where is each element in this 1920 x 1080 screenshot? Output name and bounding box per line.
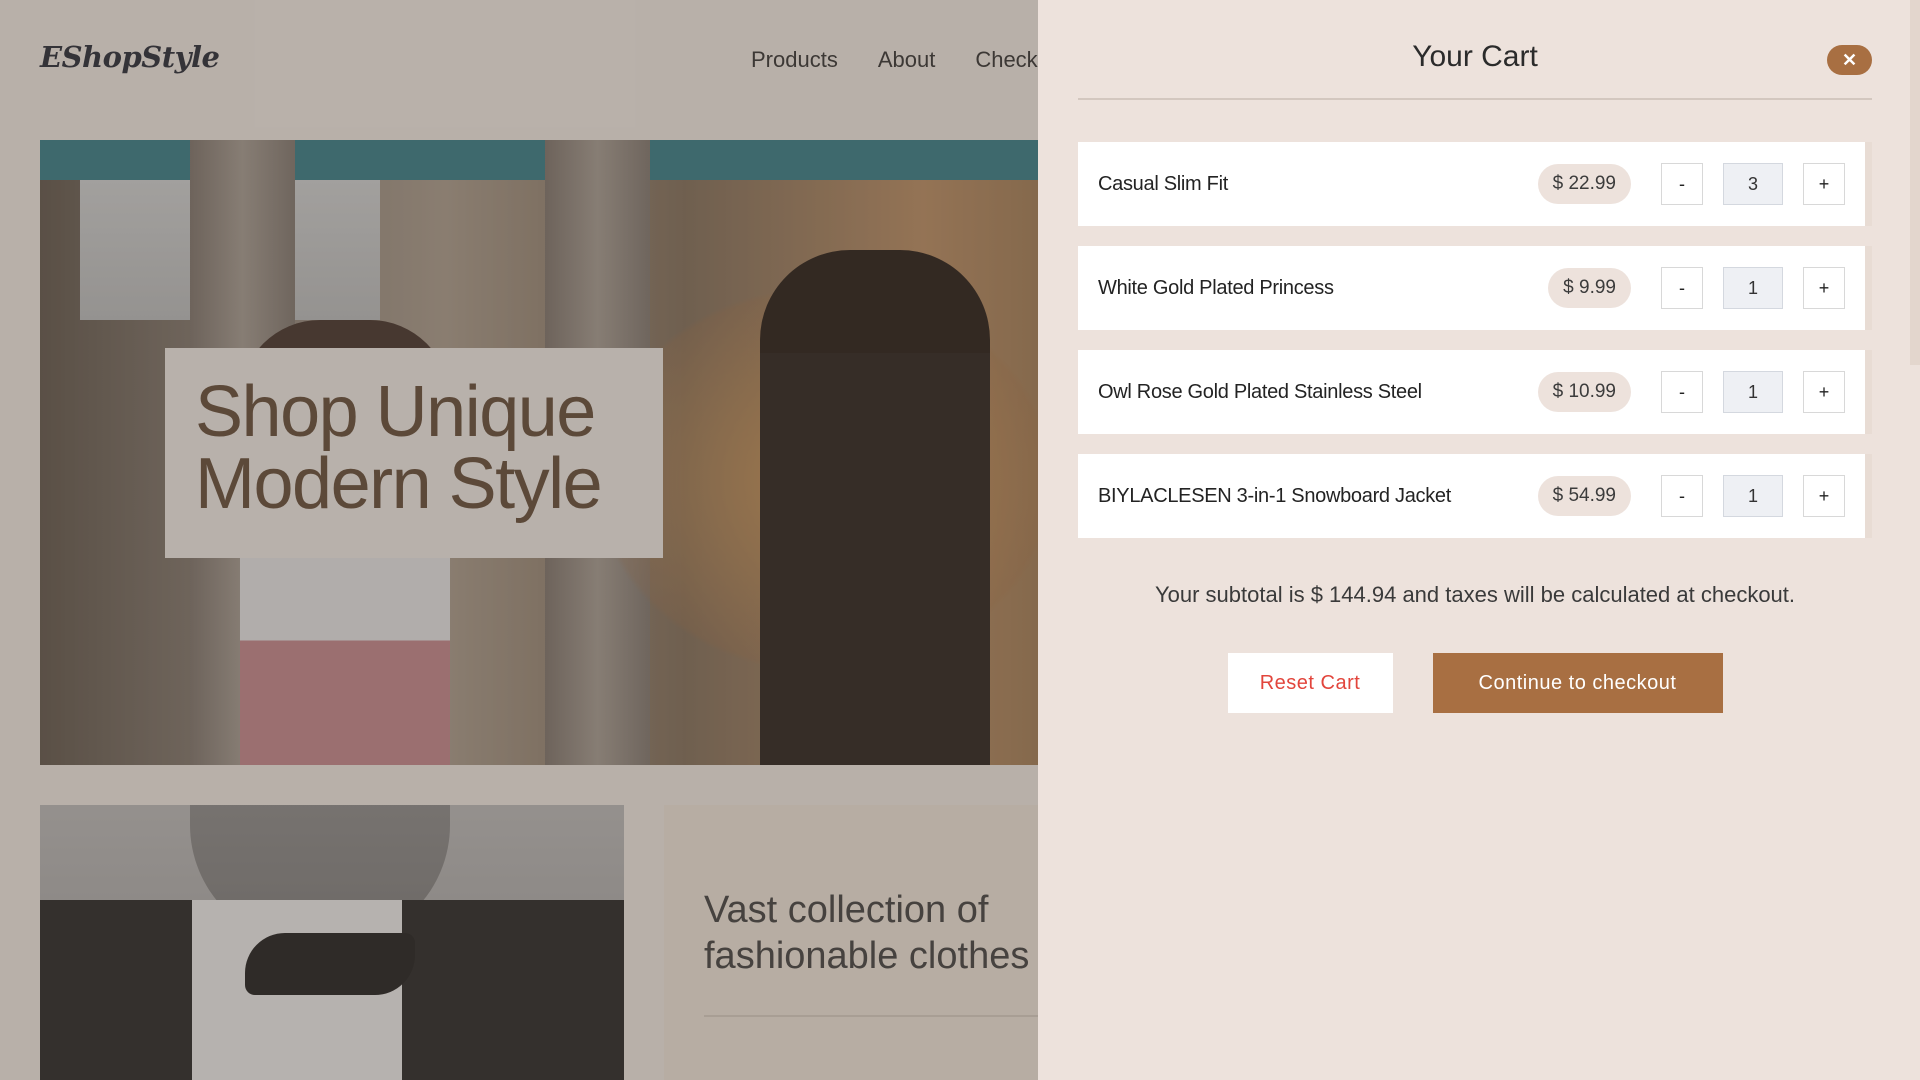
cart-header: Your Cart ✕ xyxy=(1078,0,1872,100)
cart-item: Owl Rose Gold Plated Stainless Steel $ 1… xyxy=(1078,350,1872,434)
cart-item-name: BIYLACLESEN 3-in-1 Snowboard Jacket xyxy=(1098,484,1452,507)
quantity-field[interactable] xyxy=(1723,475,1783,517)
cart-scrollbar[interactable] xyxy=(1910,0,1920,365)
cart-actions: Reset Cart Continue to checkout xyxy=(1078,653,1872,713)
cart-item-list: Casual Slim Fit $ 22.99 - + White Gold P… xyxy=(1078,142,1872,558)
close-icon: ✕ xyxy=(1841,49,1858,70)
decrease-quantity-button[interactable]: - xyxy=(1661,475,1703,517)
reset-cart-button[interactable]: Reset Cart xyxy=(1227,653,1393,713)
cart-subtotal: Your subtotal is $ 144.94 and taxes will… xyxy=(1154,582,1796,607)
cart-item: White Gold Plated Princess $ 9.99 - + xyxy=(1078,246,1872,330)
cart-item-price: $ 54.99 xyxy=(1537,476,1631,516)
cart-item: Casual Slim Fit $ 22.99 - + xyxy=(1078,142,1872,226)
quantity-field[interactable] xyxy=(1723,371,1783,413)
decrease-quantity-button[interactable]: - xyxy=(1661,267,1703,309)
cart-drawer: Your Cart ✕ Casual Slim Fit $ 22.99 - + … xyxy=(1038,0,1920,1080)
cart-item-name: Owl Rose Gold Plated Stainless Steel xyxy=(1098,380,1422,403)
cart-item-price: $ 22.99 xyxy=(1537,164,1631,204)
increase-quantity-button[interactable]: + xyxy=(1803,371,1845,413)
quantity-field[interactable] xyxy=(1723,267,1783,309)
decrease-quantity-button[interactable]: - xyxy=(1661,371,1703,413)
cart-item-price: $ 10.99 xyxy=(1537,372,1631,412)
checkout-button[interactable]: Continue to checkout xyxy=(1432,653,1723,713)
cart-item-price: $ 9.99 xyxy=(1548,268,1631,308)
cart-item-name: White Gold Plated Princess xyxy=(1098,276,1334,299)
cart-item: BIYLACLESEN 3-in-1 Snowboard Jacket $ 54… xyxy=(1078,454,1872,538)
modal-backdrop[interactable] xyxy=(0,0,1038,1080)
increase-quantity-button[interactable]: + xyxy=(1803,267,1845,309)
cart-item-name: Casual Slim Fit xyxy=(1098,172,1228,195)
increase-quantity-button[interactable]: + xyxy=(1803,163,1845,205)
cart-title: Your Cart xyxy=(1412,40,1538,73)
increase-quantity-button[interactable]: + xyxy=(1803,475,1845,517)
quantity-field[interactable] xyxy=(1723,163,1783,205)
decrease-quantity-button[interactable]: - xyxy=(1661,163,1703,205)
close-cart-button[interactable]: ✕ xyxy=(1827,45,1872,75)
